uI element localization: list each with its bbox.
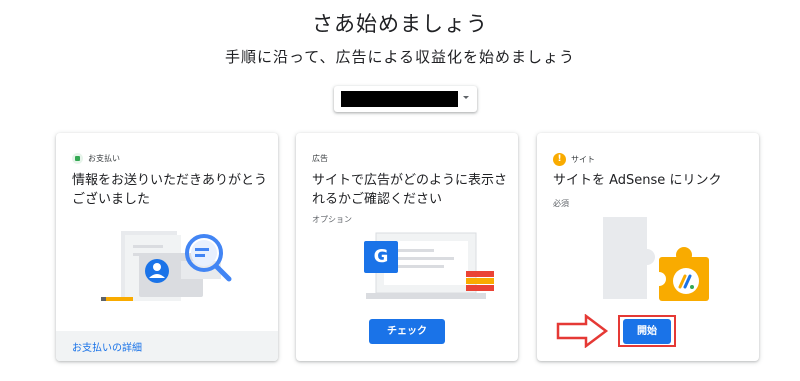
ads-card: 広告 サイトで広告がどのように表示されるかご確認ください オプション G チェッ… <box>296 133 518 361</box>
complete-check-icon <box>72 153 83 164</box>
payments-card: お支払い 情報をお送りいただきありがとうございました お支払いの詳細 <box>56 133 278 361</box>
google-g-icon: G <box>373 246 389 267</box>
required-label: 必須 <box>553 199 569 208</box>
red-arrow-annotation <box>556 314 609 348</box>
card-title: サイトで広告がどのように表示されるかご確認ください <box>312 173 508 207</box>
puzzle-link-illustration <box>603 217 709 301</box>
check-button[interactable]: チェック <box>369 319 445 344</box>
card-kicker: 広告 <box>312 154 328 163</box>
payment-info-illustration <box>101 231 232 301</box>
chevron-down-icon <box>463 96 469 99</box>
page-subtitle: 手順に沿って、広告による収益化を始めましょう <box>224 48 576 66</box>
redacted-site-name <box>341 91 458 107</box>
card-title: 情報をお送りいただきありがとうございました <box>72 173 268 207</box>
payment-details-link[interactable]: お支払いの詳細 <box>72 339 142 354</box>
site-selector-dropdown[interactable] <box>334 86 477 112</box>
card-title: サイトを AdSense にリンク <box>553 173 722 188</box>
optional-label: オプション <box>312 215 352 224</box>
warning-icon: ! <box>553 153 566 166</box>
page-title: さあ始めましょう <box>312 12 488 36</box>
start-button[interactable]: 開始 <box>623 319 671 344</box>
card-kicker: サイト <box>571 155 595 164</box>
start-button-highlight: 開始 <box>618 315 676 347</box>
card-kicker: お支払い <box>88 154 120 163</box>
